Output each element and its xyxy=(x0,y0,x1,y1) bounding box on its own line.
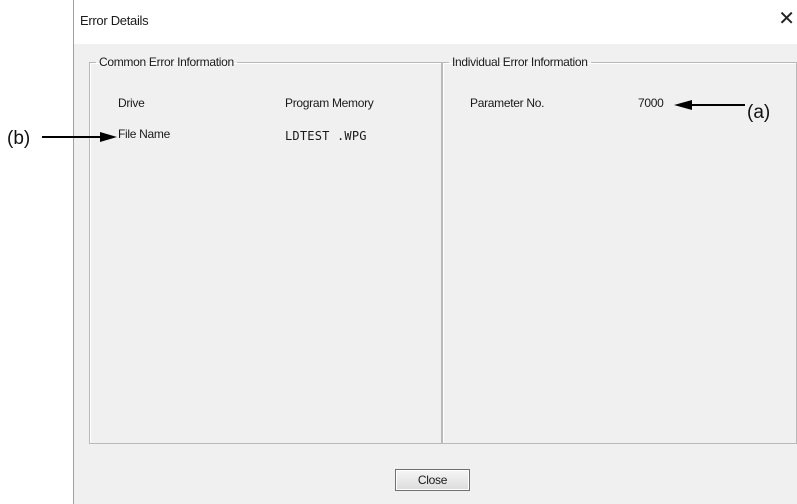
title-bar: Error Details ✕ xyxy=(74,0,797,44)
drive-label: Drive xyxy=(118,96,145,110)
window-title: Error Details xyxy=(80,13,149,28)
file-name-value: LDTEST .WPG xyxy=(285,129,367,143)
drive-value: Program Memory xyxy=(285,96,374,110)
parameter-label: Parameter No. xyxy=(470,96,545,110)
error-details-dialog: Error Details ✕ Common Error Information… xyxy=(73,0,797,504)
parameter-value: 7000 xyxy=(638,96,664,110)
callout-a-label: (a) xyxy=(747,102,771,123)
individual-error-legend: Individual Error Information xyxy=(452,55,588,69)
individual-error-group: Individual Error Information xyxy=(442,55,797,444)
file-name-label: File Name xyxy=(118,127,170,141)
common-error-legend: Common Error Information xyxy=(99,55,234,69)
close-icon[interactable]: ✕ xyxy=(778,9,795,29)
close-button[interactable]: Close xyxy=(395,469,470,491)
common-error-group: Common Error Information xyxy=(89,55,442,444)
callout-b-label: (b) xyxy=(7,128,31,149)
